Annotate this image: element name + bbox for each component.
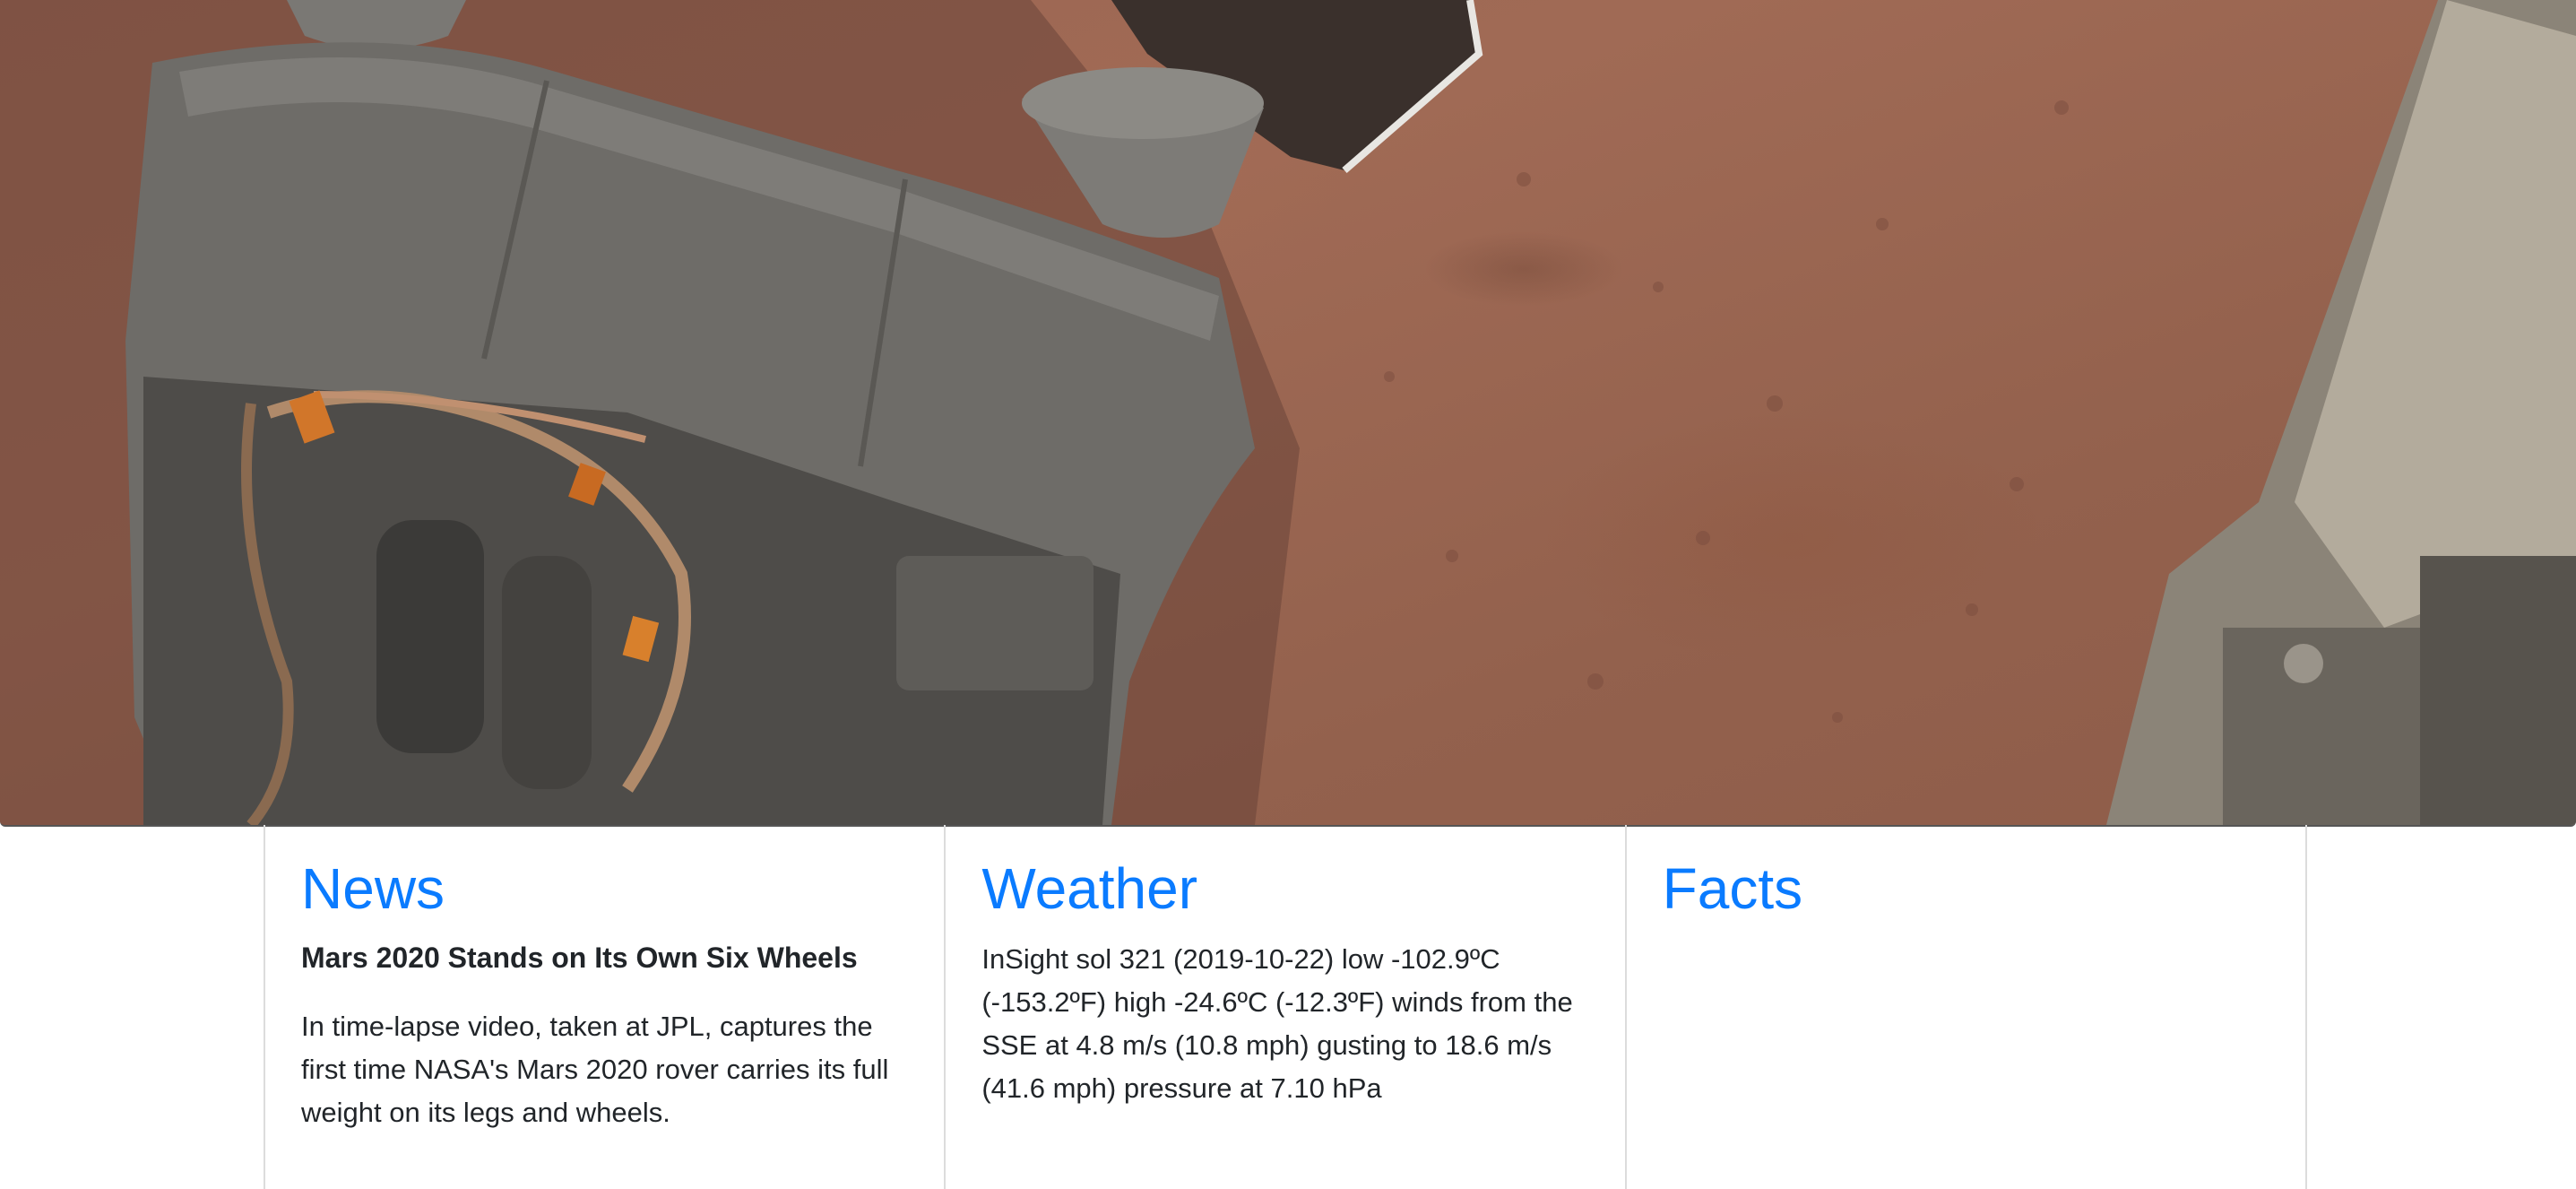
mars-surface-image: [0, 0, 2576, 825]
hero-mars-image: [0, 0, 2576, 827]
news-headline: Mars 2020 Stands on Its Own Six Wheels: [301, 942, 858, 975]
weather-heading: Weather: [981, 856, 1198, 921]
weather-body: InSight sol 321 (2019-10-22) low -102.9º…: [981, 943, 1573, 1105]
news-heading: News: [301, 856, 445, 921]
info-cards: News Mars 2020 Stands on Its Own Six Whe…: [264, 825, 2307, 1189]
news-card: News Mars 2020 Stands on Its Own Six Whe…: [265, 825, 947, 1189]
facts-card: Facts: [1627, 825, 2305, 1189]
facts-heading: Facts: [1662, 856, 1803, 921]
news-body: In time-lapse video, taken at JPL, captu…: [301, 1011, 889, 1129]
weather-card: Weather InSight sol 321 (2019-10-22) low…: [946, 825, 1627, 1189]
